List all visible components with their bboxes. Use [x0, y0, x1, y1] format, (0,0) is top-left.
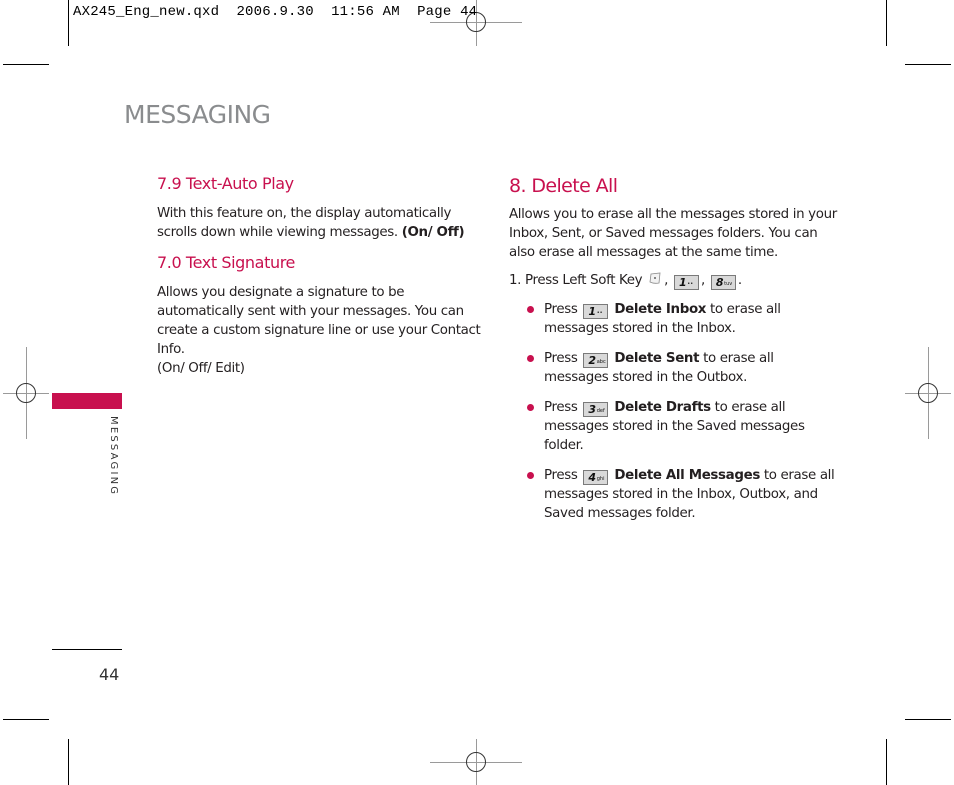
slug-filename: AX245_Eng_new.qxd: [73, 4, 220, 20]
key-1-icon: 1••: [673, 275, 699, 290]
crop-mark: [3, 64, 49, 65]
slug-time: 11:56 AM: [331, 4, 400, 20]
crop-mark: [3, 719, 49, 720]
section-body: Allows you designate a signature to be a…: [157, 285, 481, 357]
crop-mark: [68, 739, 69, 785]
side-tab-bar: [52, 393, 122, 409]
option-name: Delete Drafts: [614, 400, 711, 415]
bullet-icon: [527, 472, 534, 479]
side-tab-label: MESSAGING: [108, 416, 119, 497]
crop-mark: [905, 719, 951, 720]
list-item-delete-sent: Press 2abc Delete Sent to erase all mess…: [509, 349, 839, 387]
section-text-auto-play: 7.9 Text-Auto Play With this feature on,…: [157, 173, 487, 242]
section-intro: Allows you to erase all the messages sto…: [509, 207, 837, 260]
section-body: With this feature on, the display automa…: [157, 206, 465, 240]
page-number: 44: [99, 665, 120, 684]
slug-date: 2006.9.30: [236, 4, 314, 20]
bullet-icon: [527, 355, 534, 362]
key-2-icon: 2abc: [583, 353, 609, 368]
key-3-icon: 3def: [583, 402, 609, 417]
list-item-delete-inbox: Press 1•• Delete Inbox to erase all mess…: [509, 300, 839, 338]
slug-page: Page 44: [417, 4, 478, 20]
list-item-delete-drafts: Press 3def Delete Drafts to erase all me…: [509, 398, 839, 455]
section-text-signature: 7.0 Text Signature Allows you designate …: [157, 252, 487, 378]
crop-mark: [886, 0, 887, 46]
left-column: 7.9 Text-Auto Play With this feature on,…: [157, 173, 487, 378]
crop-mark: [68, 0, 69, 46]
bullet-icon: [527, 404, 534, 411]
page-title: MESSAGING: [124, 100, 271, 129]
option-name: Delete Sent: [614, 351, 700, 366]
list-item-delete-all-messages: Press 4ghi Delete All Messages to erase …: [509, 466, 839, 523]
option-name: Delete All Messages: [614, 468, 760, 483]
crop-mark: [905, 64, 951, 65]
right-column: 8. Delete All Allows you to erase all th…: [509, 173, 839, 534]
left-soft-key-icon: [649, 272, 661, 284]
bullet-icon: [527, 306, 534, 313]
step-1: 1. Press Left Soft Key , 1••, 8tuv.: [509, 272, 742, 290]
crop-mark: [886, 739, 887, 785]
option-name: Delete Inbox: [614, 302, 707, 317]
key-4-icon: 4ghi: [583, 470, 609, 485]
section-heading-delete-all: 8. Delete All: [509, 175, 618, 197]
step-text: 1. Press Left Soft Key: [509, 273, 643, 288]
print-slug: AX245_Eng_new.qxd 2006.9.30 11:56 AM Pag…: [73, 4, 477, 20]
section-heading: 7.9 Text-Auto Play: [157, 174, 294, 193]
options-text: (On/ Off/ Edit): [157, 361, 245, 376]
section-heading: 7.0 Text Signature: [157, 253, 295, 272]
options-text: (On/ Off): [401, 225, 465, 240]
delete-options-list: Press 1•• Delete Inbox to erase all mess…: [509, 300, 839, 523]
page-number-rule: [52, 649, 122, 650]
key-1-icon: 1••: [583, 304, 609, 319]
key-8-icon: 8tuv: [710, 275, 736, 290]
